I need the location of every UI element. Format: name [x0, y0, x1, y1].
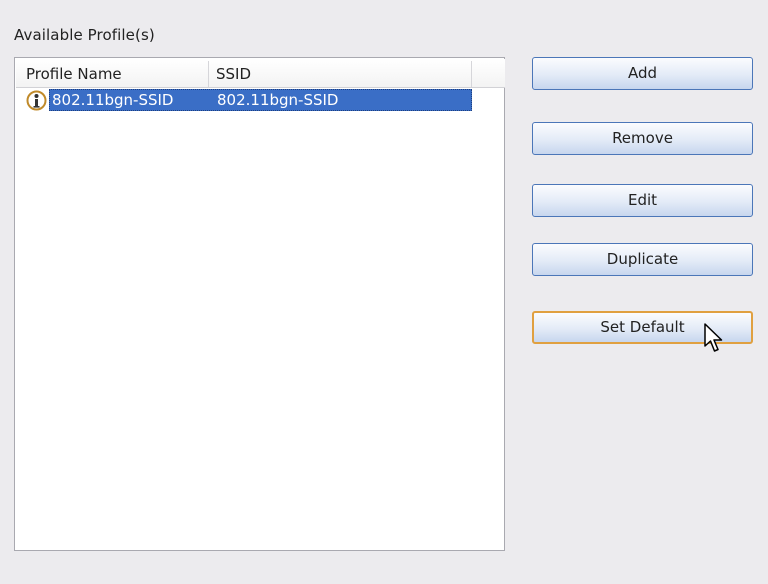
profiles-list[interactable]: Profile Name SSID 802.11bgn-SSID 802.11b…	[14, 57, 505, 551]
column-header-profile-name[interactable]: Profile Name	[26, 65, 122, 83]
list-header: Profile Name SSID	[16, 59, 505, 88]
cell-ssid: 802.11bgn-SSID	[217, 91, 339, 109]
column-separator[interactable]	[471, 61, 472, 87]
section-label: Available Profile(s)	[14, 26, 155, 44]
table-row[interactable]: 802.11bgn-SSID 802.11bgn-SSID	[16, 88, 486, 112]
column-separator[interactable]	[208, 61, 209, 87]
profiles-panel: Available Profile(s) Profile Name SSID 8…	[0, 0, 768, 584]
edit-button[interactable]: Edit	[532, 184, 753, 217]
info-user-icon	[26, 90, 47, 111]
mouse-cursor-icon	[704, 323, 723, 352]
duplicate-button[interactable]: Duplicate	[532, 243, 753, 276]
column-header-ssid[interactable]: SSID	[216, 65, 251, 83]
cell-profile-name: 802.11bgn-SSID	[52, 91, 174, 109]
remove-button[interactable]: Remove	[532, 122, 753, 155]
add-button[interactable]: Add	[532, 57, 753, 90]
